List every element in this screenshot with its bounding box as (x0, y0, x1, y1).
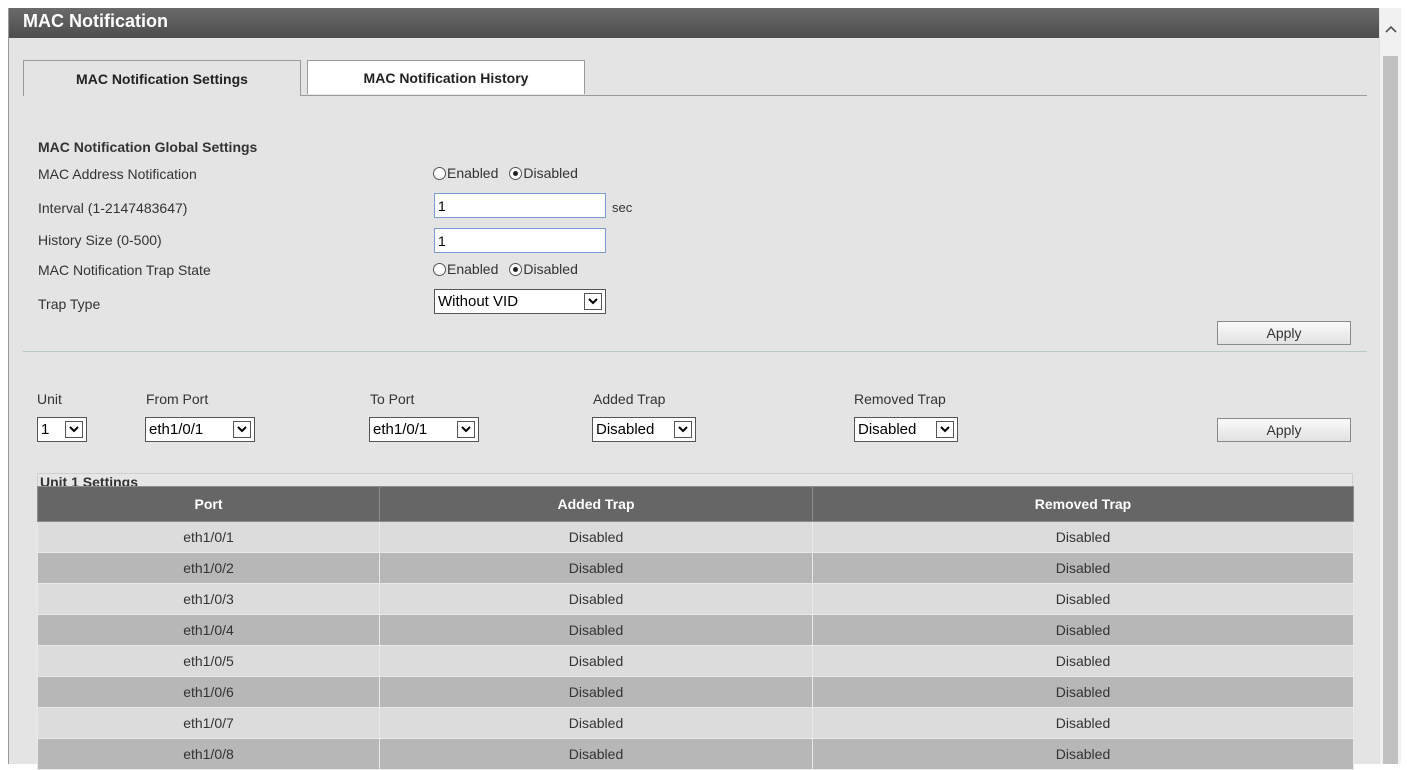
table-row: eth1/0/1 Disabled Disabled (37, 521, 1354, 553)
to-port-value: eth1/0/1 (373, 421, 428, 438)
removed-trap-cell: Disabled (812, 738, 1354, 770)
removed-trap-value: Disabled (858, 421, 917, 438)
interval-input[interactable] (434, 193, 606, 218)
port-cell: eth1/0/8 (37, 738, 380, 770)
port-cell: eth1/0/6 (37, 676, 380, 708)
removed-trap-select[interactable]: Disabled (854, 417, 958, 442)
trap-type-label: Trap Type (38, 296, 101, 312)
added-trap-value: Disabled (596, 421, 655, 438)
column-header-added-trap: Added Trap (379, 486, 813, 522)
unit-value: 1 (41, 421, 50, 438)
port-apply-button[interactable]: Apply (1217, 418, 1351, 442)
main-panel: MAC Notification MAC Notification Settin… (8, 8, 1379, 770)
mac-address-notification-radios: Enabled Disabled (433, 165, 578, 181)
added-trap-cell: Disabled (379, 552, 813, 584)
table-row: eth1/0/2 Disabled Disabled (37, 552, 1354, 584)
chevron-down-icon (65, 421, 83, 438)
trap-state-disabled-radio[interactable] (509, 262, 523, 276)
removed-trap-cell: Disabled (812, 583, 1354, 615)
added-trap-cell: Disabled (379, 583, 813, 615)
from-port-select[interactable]: eth1/0/1 (145, 417, 255, 442)
port-cell: eth1/0/5 (37, 645, 380, 677)
tab-mac-notification-settings[interactable]: MAC Notification Settings (23, 60, 301, 96)
chevron-down-icon (233, 421, 251, 438)
page-title: MAC Notification (9, 8, 1379, 38)
removed-trap-cell: Disabled (812, 552, 1354, 584)
table-row: eth1/0/3 Disabled Disabled (37, 583, 1354, 615)
removed-trap-cell: Disabled (812, 707, 1354, 739)
column-header-removed-trap: Removed Trap (812, 486, 1354, 522)
port-cell: eth1/0/4 (37, 614, 380, 646)
trap-state-enabled-label: Enabled (447, 261, 499, 277)
interval-label: Interval (1-2147483647) (38, 200, 188, 216)
trap-state-enabled-radio[interactable] (433, 262, 446, 276)
to-port-select[interactable]: eth1/0/1 (369, 417, 479, 442)
scrollbar-thumb[interactable] (1383, 56, 1398, 764)
port-cell: eth1/0/7 (37, 707, 380, 739)
global-settings-title: MAC Notification Global Settings (38, 139, 258, 155)
added-trap-cell: Disabled (379, 645, 813, 677)
trap-state-radios: Enabled Disabled (433, 261, 578, 277)
interval-unit: sec (612, 200, 633, 215)
table-row: eth1/0/6 Disabled Disabled (37, 676, 1354, 708)
removed-trap-label: Removed Trap (854, 391, 946, 407)
trap-type-value: Without VID (438, 293, 519, 310)
removed-trap-cell: Disabled (812, 614, 1354, 646)
to-port-label: To Port (370, 391, 415, 407)
mac-address-notification-enabled-radio[interactable] (433, 166, 446, 180)
mac-address-notification-enabled-label: Enabled (447, 165, 499, 181)
removed-trap-cell: Disabled (812, 645, 1354, 677)
chevron-down-icon (457, 421, 475, 438)
table-row: eth1/0/7 Disabled Disabled (37, 707, 1354, 739)
from-port-label: From Port (146, 391, 209, 407)
global-apply-button[interactable]: Apply (1217, 321, 1351, 345)
unit-label: Unit (37, 391, 62, 407)
added-trap-cell: Disabled (379, 738, 813, 770)
mac-address-notification-disabled-radio[interactable] (509, 166, 523, 180)
added-trap-label: Added Trap (593, 391, 666, 407)
chevron-down-icon (936, 421, 954, 438)
vertical-scrollbar[interactable] (1379, 8, 1401, 764)
unit-select[interactable]: 1 (37, 417, 87, 442)
table-row: eth1/0/8 Disabled Disabled (37, 738, 1354, 770)
trap-state-disabled-label: Disabled (523, 261, 578, 277)
tab-bar: MAC Notification Settings MAC Notificati… (23, 60, 1367, 96)
history-size-label: History Size (0-500) (38, 232, 162, 248)
table-header-row: Port Added Trap Removed Trap (37, 486, 1354, 522)
removed-trap-cell: Disabled (812, 521, 1354, 553)
scroll-up-button[interactable] (1380, 8, 1401, 48)
mac-address-notification-label: MAC Address Notification (38, 166, 197, 182)
history-size-input[interactable] (434, 228, 606, 253)
from-port-value: eth1/0/1 (149, 421, 204, 438)
added-trap-cell: Disabled (379, 521, 813, 553)
unit-settings-table: Port Added Trap Removed Trap eth1/0/1 Di… (37, 486, 1354, 770)
port-cell: eth1/0/3 (37, 583, 380, 615)
chevron-down-icon (584, 293, 602, 310)
trap-type-select[interactable]: Without VID (434, 289, 606, 314)
chevron-up-icon (1384, 20, 1397, 36)
mac-address-notification-disabled-label: Disabled (523, 165, 578, 181)
removed-trap-cell: Disabled (812, 676, 1354, 708)
port-cell: eth1/0/1 (37, 521, 380, 553)
section-divider (23, 351, 1367, 352)
table-row: eth1/0/4 Disabled Disabled (37, 614, 1354, 646)
table-row: eth1/0/5 Disabled Disabled (37, 645, 1354, 677)
added-trap-cell: Disabled (379, 614, 813, 646)
column-header-port: Port (37, 486, 380, 522)
added-trap-cell: Disabled (379, 707, 813, 739)
tab-mac-notification-history[interactable]: MAC Notification History (307, 60, 585, 94)
added-trap-select[interactable]: Disabled (592, 417, 696, 442)
trap-state-label: MAC Notification Trap State (38, 262, 211, 278)
chevron-down-icon (674, 421, 692, 438)
port-cell: eth1/0/2 (37, 552, 380, 584)
added-trap-cell: Disabled (379, 676, 813, 708)
